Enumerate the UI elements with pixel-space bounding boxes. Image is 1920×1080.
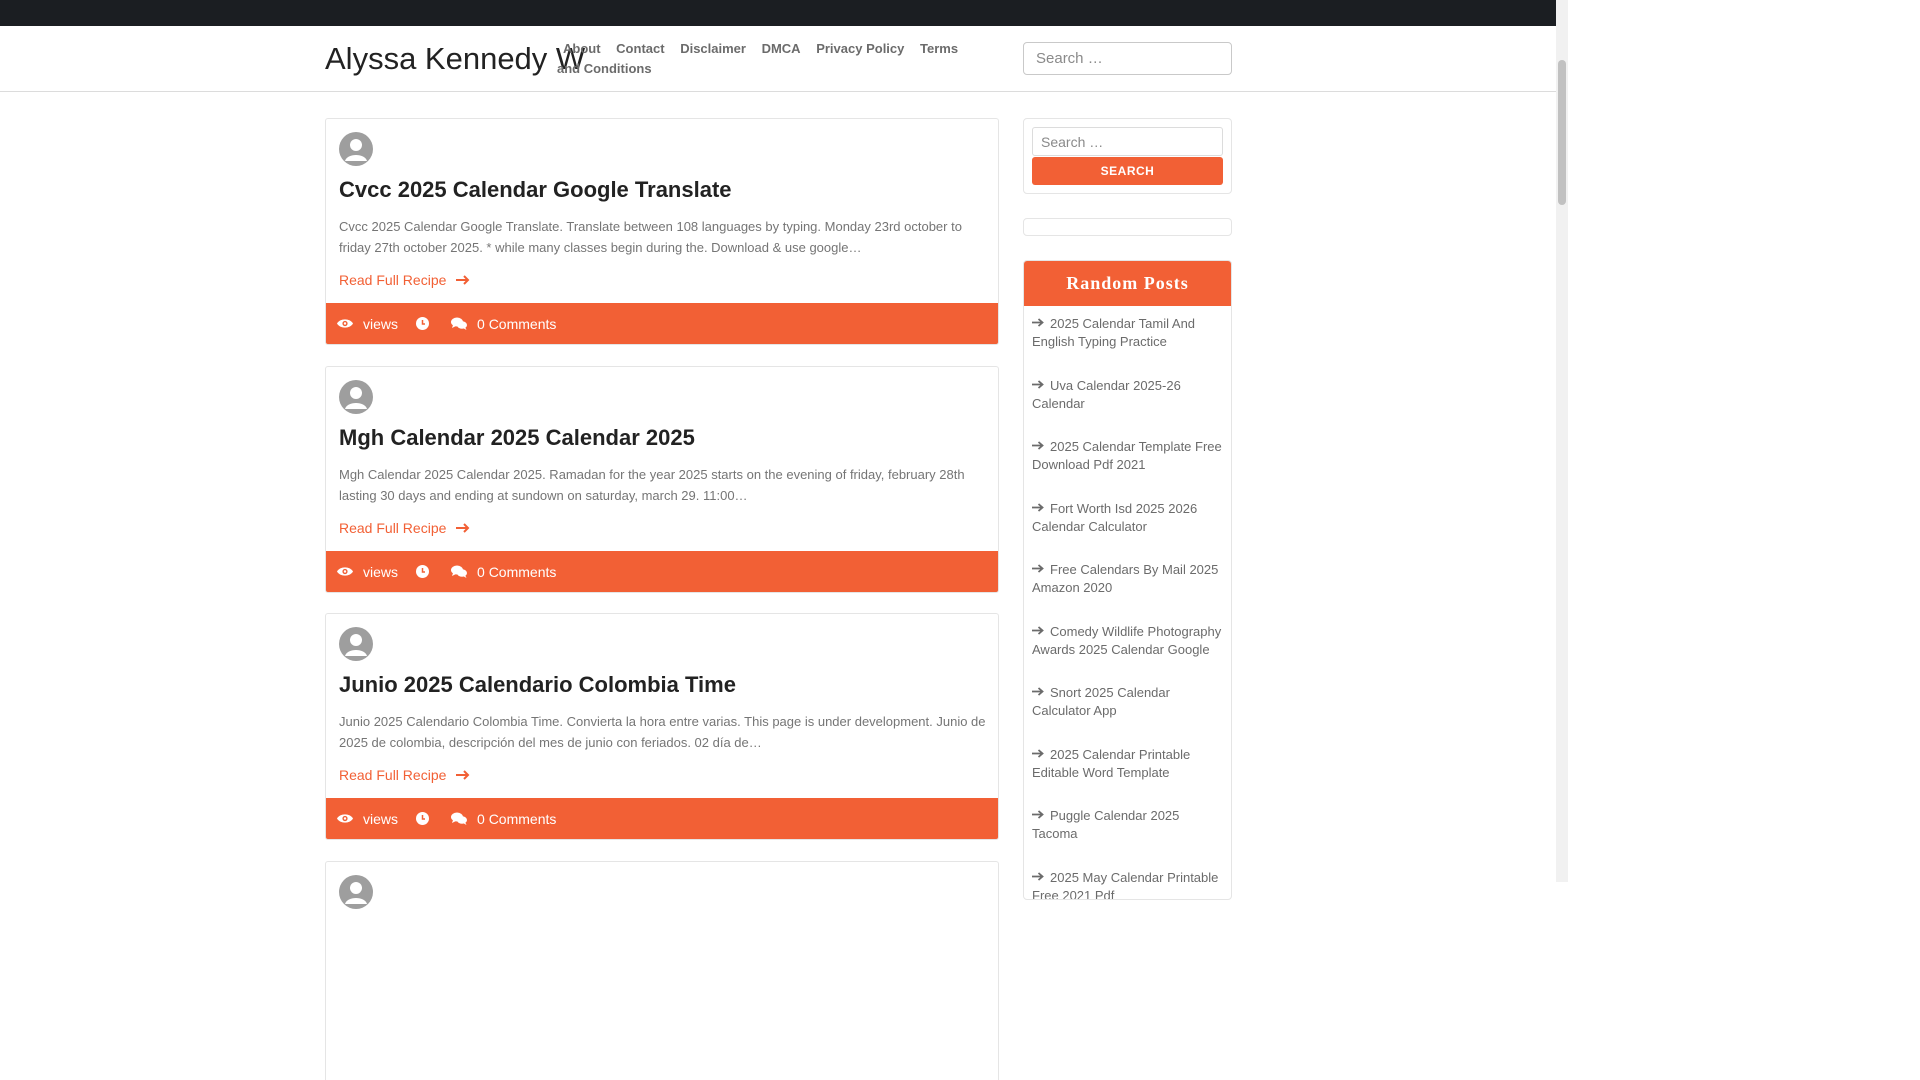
arrow-right-icon <box>1032 745 1044 763</box>
nav-disclaimer[interactable]: Disclaimer <box>680 41 746 56</box>
read-more-label: Read Full Recipe <box>339 272 447 288</box>
random-post-item[interactable]: 2025 Calendar Tamil And English Typing P… <box>1032 314 1223 376</box>
nav-privacy-policy[interactable]: Privacy Policy <box>816 41 904 56</box>
random-post-link[interactable]: Snort 2025 Calendar Calculator App <box>1032 685 1170 718</box>
sidebar-search-input[interactable] <box>1032 127 1223 156</box>
random-posts-widget: Random Posts 2025 Calendar Tamil And Eng… <box>1023 260 1232 900</box>
read-more-label: Read Full Recipe <box>339 520 447 536</box>
comments-icon <box>451 317 468 330</box>
arrow-right-icon <box>1032 560 1044 578</box>
eye-icon <box>337 566 353 577</box>
post-card <box>325 861 999 1080</box>
arrow-right-icon <box>1032 868 1044 886</box>
post-card: Junio 2025 Calendario Colombia Time Juni… <box>325 613 999 840</box>
random-post-item[interactable]: Fort Worth Isd 2025 2026 Calendar Calcul… <box>1032 499 1223 561</box>
post-title[interactable]: Mgh Calendar 2025 Calendar 2025 <box>339 425 695 451</box>
site-title[interactable]: Alyssa Kennedy W <box>325 41 585 77</box>
comments-icon <box>451 812 468 825</box>
nav-dmca[interactable]: DMCA <box>762 41 801 56</box>
arrow-right-icon <box>1032 499 1044 517</box>
random-post-item[interactable]: Uva Calendar 2025-26 Calendar <box>1032 376 1223 438</box>
sidebar-search-widget: SEARCH <box>1023 118 1232 194</box>
arrow-right-icon <box>1032 314 1044 332</box>
nav-contact[interactable]: Contact <box>616 41 664 56</box>
random-post-link[interactable]: Fort Worth Isd 2025 2026 Calendar Calcul… <box>1032 501 1197 534</box>
random-post-link[interactable]: 2025 Calendar Printable Editable Word Te… <box>1032 747 1190 780</box>
clock-icon <box>416 565 430 578</box>
random-post-link[interactable]: 2025 Calendar Tamil And English Typing P… <box>1032 316 1195 349</box>
nav-about[interactable]: About <box>563 41 601 56</box>
clock-icon <box>416 317 430 330</box>
main-nav: About Contact Disclaimer DMCA Privacy Po… <box>557 39 977 78</box>
random-post-item[interactable]: Comedy Wildlife Photography Awards 2025 … <box>1032 622 1223 684</box>
scrollbar-thumb[interactable] <box>1558 60 1566 205</box>
arrow-right-icon <box>456 520 470 536</box>
header-search-input[interactable] <box>1023 42 1232 75</box>
random-post-link[interactable]: Puggle Calendar 2025 Tacoma <box>1032 808 1179 841</box>
clock-icon <box>416 812 430 825</box>
avatar-icon <box>339 875 373 909</box>
random-posts-list: 2025 Calendar Tamil And English Typing P… <box>1024 306 1231 900</box>
random-post-link[interactable]: Uva Calendar 2025-26 Calendar <box>1032 378 1181 411</box>
post-card: Cvcc 2025 Calendar Google Translate Cvcc… <box>325 118 999 345</box>
post-meta-bar: views 0 Comments <box>326 551 998 592</box>
post-excerpt: Junio 2025 Calendario Colombia Time. Con… <box>339 714 986 750</box>
post-title[interactable]: Junio 2025 Calendario Colombia Time <box>339 672 736 698</box>
post-card: Mgh Calendar 2025 Calendar 2025 Mgh Cale… <box>325 366 999 593</box>
read-more-link[interactable]: Read Full Recipe <box>339 272 470 288</box>
random-post-item[interactable]: 2025 Calendar Printable Editable Word Te… <box>1032 745 1223 807</box>
eye-icon <box>337 813 353 824</box>
read-more-label: Read Full Recipe <box>339 767 447 783</box>
random-post-link[interactable]: Free Calendars By Mail 2025 Amazon 2020 <box>1032 562 1218 595</box>
random-post-link[interactable]: Comedy Wildlife Photography Awards 2025 … <box>1032 624 1221 657</box>
search-button[interactable]: SEARCH <box>1032 157 1223 185</box>
post-meta-bar: views 0 Comments <box>326 798 998 839</box>
arrow-right-icon <box>456 767 470 783</box>
arrow-right-icon <box>1032 683 1044 701</box>
views-count: views <box>363 315 399 332</box>
comments-count[interactable]: 0 Comments <box>477 811 556 827</box>
post-meta-bar: views 0 Comments <box>326 303 998 344</box>
random-post-link[interactable]: 2025 Calendar Template Free Download Pdf… <box>1032 439 1222 472</box>
post-title[interactable]: Cvcc 2025 Calendar Google Translate <box>339 177 732 203</box>
arrow-right-icon <box>456 272 470 288</box>
arrow-right-icon <box>1032 376 1044 394</box>
comments-count[interactable]: 0 Comments <box>477 564 556 580</box>
eye-icon <box>337 318 353 329</box>
arrow-right-icon <box>1032 806 1044 824</box>
avatar-icon <box>339 380 373 414</box>
comments-icon <box>451 565 468 578</box>
avatar-icon <box>339 627 373 661</box>
random-post-item[interactable]: 2025 Calendar Template Free Download Pdf… <box>1032 437 1223 499</box>
arrow-right-icon <box>1032 437 1044 455</box>
random-post-item[interactable]: 2025 May Calendar Printable Free 2021 Pd… <box>1032 868 1223 900</box>
comments-count[interactable]: 0 Comments <box>477 316 556 332</box>
top-bar <box>0 0 1556 26</box>
empty-widget <box>1023 218 1232 236</box>
random-post-item[interactable]: Free Calendars By Mail 2025 Amazon 2020 <box>1032 560 1223 622</box>
site-header: Alyssa Kennedy W About Contact Disclaime… <box>0 26 1556 92</box>
read-more-link[interactable]: Read Full Recipe <box>339 520 470 536</box>
post-excerpt: Mgh Calendar 2025 Calendar 2025. Ramadan… <box>339 467 965 503</box>
random-post-item[interactable]: Snort 2025 Calendar Calculator App <box>1032 683 1223 745</box>
random-post-link[interactable]: 2025 May Calendar Printable Free 2021 Pd… <box>1032 870 1218 900</box>
random-posts-title: Random Posts <box>1024 261 1231 306</box>
read-more-link[interactable]: Read Full Recipe <box>339 767 470 783</box>
views-count: views <box>363 810 399 827</box>
avatar-icon <box>339 132 373 166</box>
random-post-item[interactable]: Puggle Calendar 2025 Tacoma <box>1032 806 1223 868</box>
arrow-right-icon <box>1032 622 1044 640</box>
views-count: views <box>363 563 399 580</box>
post-excerpt: Cvcc 2025 Calendar Google Translate. Tra… <box>339 219 962 255</box>
